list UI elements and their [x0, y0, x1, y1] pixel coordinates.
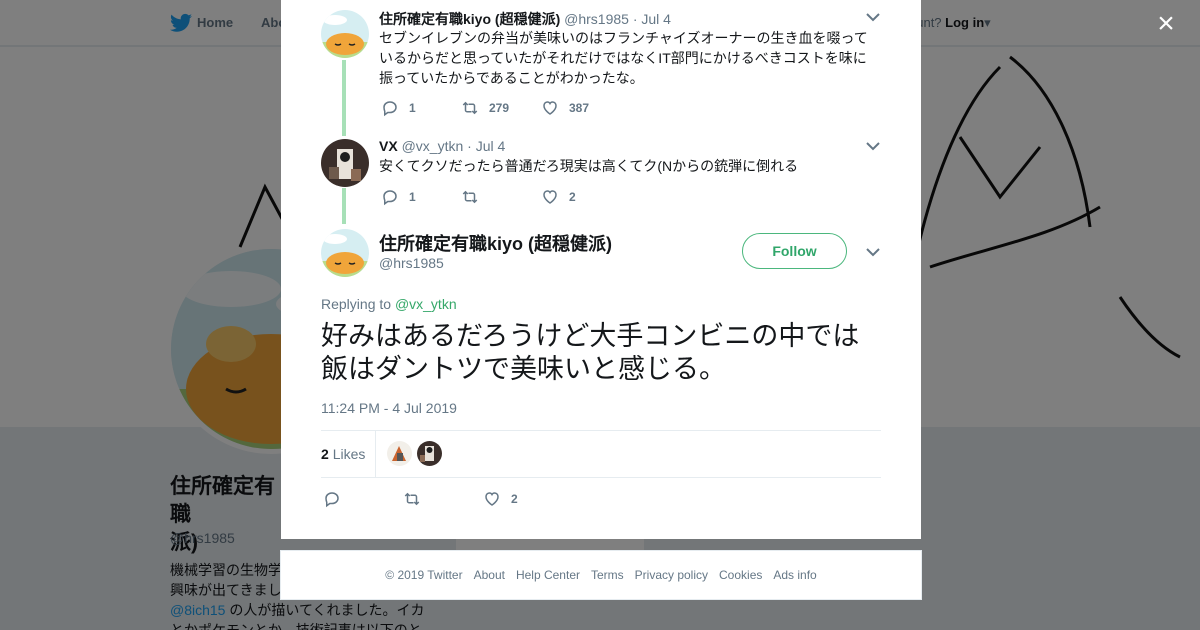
tweet-modal: 住所確定有職kiyo (超穏健派) @hrs1985 · Jul 4 セブンイレ… — [281, 0, 921, 539]
tweet-author-name[interactable]: VX — [379, 138, 398, 154]
close-icon[interactable]: × — [1152, 9, 1180, 39]
reply-button[interactable]: 1 — [381, 98, 416, 118]
retweet-button[interactable]: 279 — [461, 98, 509, 118]
heart-icon — [543, 101, 557, 115]
tweet-text: セブンイレブンの弁当が美味いのはフランチャイズオーナーの生き血を啜っているからだ… — [379, 30, 868, 86]
divider — [321, 477, 881, 478]
avatar[interactable] — [321, 139, 369, 187]
like-count: 2 — [569, 190, 576, 204]
reply-icon — [325, 492, 339, 508]
main-tweet-timestamp[interactable]: 11:24 PM - 4 Jul 2019 — [321, 400, 457, 416]
replying-to-label: Replying to — [321, 296, 392, 312]
main-tweet-author-name[interactable]: 住所確定有職kiyo (超穏健派) — [379, 230, 612, 256]
liker-avatar[interactable] — [387, 441, 412, 466]
retweet-icon — [462, 190, 478, 204]
likes-count: 2 — [321, 446, 329, 462]
likes-separator — [375, 430, 376, 477]
like-button[interactable]: 2 — [541, 187, 576, 207]
retweet-icon — [404, 492, 420, 506]
footer-copyright: © 2019 Twitter — [385, 568, 463, 582]
retweet-count: 279 — [489, 101, 510, 115]
like-count: 2 — [511, 492, 518, 506]
likes-label: Likes — [332, 446, 366, 462]
replying-to: Replying to @vx_ytkn — [321, 296, 457, 312]
thread-line — [342, 60, 346, 136]
avatar[interactable] — [321, 229, 369, 277]
likes-count-link[interactable]: 2 Likes — [321, 446, 365, 462]
tweet-date[interactable]: · Jul 4 — [633, 11, 671, 27]
likes-summary: 2 Likes — [321, 430, 881, 477]
reply-count: 1 — [409, 190, 416, 204]
retweet-icon — [462, 101, 478, 115]
replying-to-handle-link[interactable]: @vx_ytkn — [395, 296, 457, 312]
main-tweet-author-handle[interactable]: @hrs1985 — [379, 255, 444, 271]
tweet-author-handle[interactable]: @vx_ytkn — [402, 138, 464, 154]
liker-avatar[interactable] — [417, 441, 442, 466]
chevron-down-icon[interactable] — [866, 141, 880, 151]
main-tweet-text: 好みはあるだろうけど大手コンビニの中では飯はダントツで美味いと感じる。 — [321, 321, 860, 384]
retweet-button[interactable] — [461, 187, 489, 207]
footer-link-about[interactable]: About — [474, 568, 505, 582]
follow-button[interactable]: Follow — [742, 233, 847, 269]
reply-button[interactable]: 1 — [381, 187, 416, 207]
footer-link-cookies[interactable]: Cookies — [719, 568, 762, 582]
like-count: 387 — [569, 101, 590, 115]
tweet-author-handle[interactable]: @hrs1985 — [564, 11, 629, 27]
tweet-header: VX @vx_ytkn · Jul 4 — [379, 138, 505, 154]
retweet-button[interactable] — [403, 489, 431, 509]
footer-link-help-center[interactable]: Help Center — [516, 568, 580, 582]
tweet-author-name[interactable]: 住所確定有職kiyo (超穏健派) — [379, 11, 560, 27]
reply-button[interactable] — [323, 489, 351, 509]
like-button[interactable]: 2 — [483, 489, 518, 509]
footer-link-terms[interactable]: Terms — [591, 568, 624, 582]
reply-icon — [383, 101, 397, 117]
chevron-down-icon[interactable] — [866, 247, 880, 257]
tweet-text: 安くてクソだったら普通だろ現実は高くてク(Nからの銃弾に倒れる — [379, 158, 799, 174]
reply-count: 1 — [409, 101, 416, 115]
chevron-down-icon[interactable] — [866, 12, 880, 22]
tweet-header: 住所確定有職kiyo (超穏健派) @hrs1985 · Jul 4 — [379, 9, 671, 29]
like-button[interactable]: 387 — [541, 98, 589, 118]
thread-line — [342, 188, 346, 224]
heart-icon — [485, 492, 499, 506]
footer-link-ads-info[interactable]: Ads info — [773, 568, 816, 582]
avatar[interactable] — [321, 10, 369, 58]
heart-icon — [543, 190, 557, 204]
tweet-date[interactable]: · Jul 4 — [467, 138, 505, 154]
reply-icon — [383, 190, 397, 206]
footer: © 2019 Twitter About Help Center Terms P… — [280, 550, 922, 600]
footer-link-privacy[interactable]: Privacy policy — [635, 568, 708, 582]
